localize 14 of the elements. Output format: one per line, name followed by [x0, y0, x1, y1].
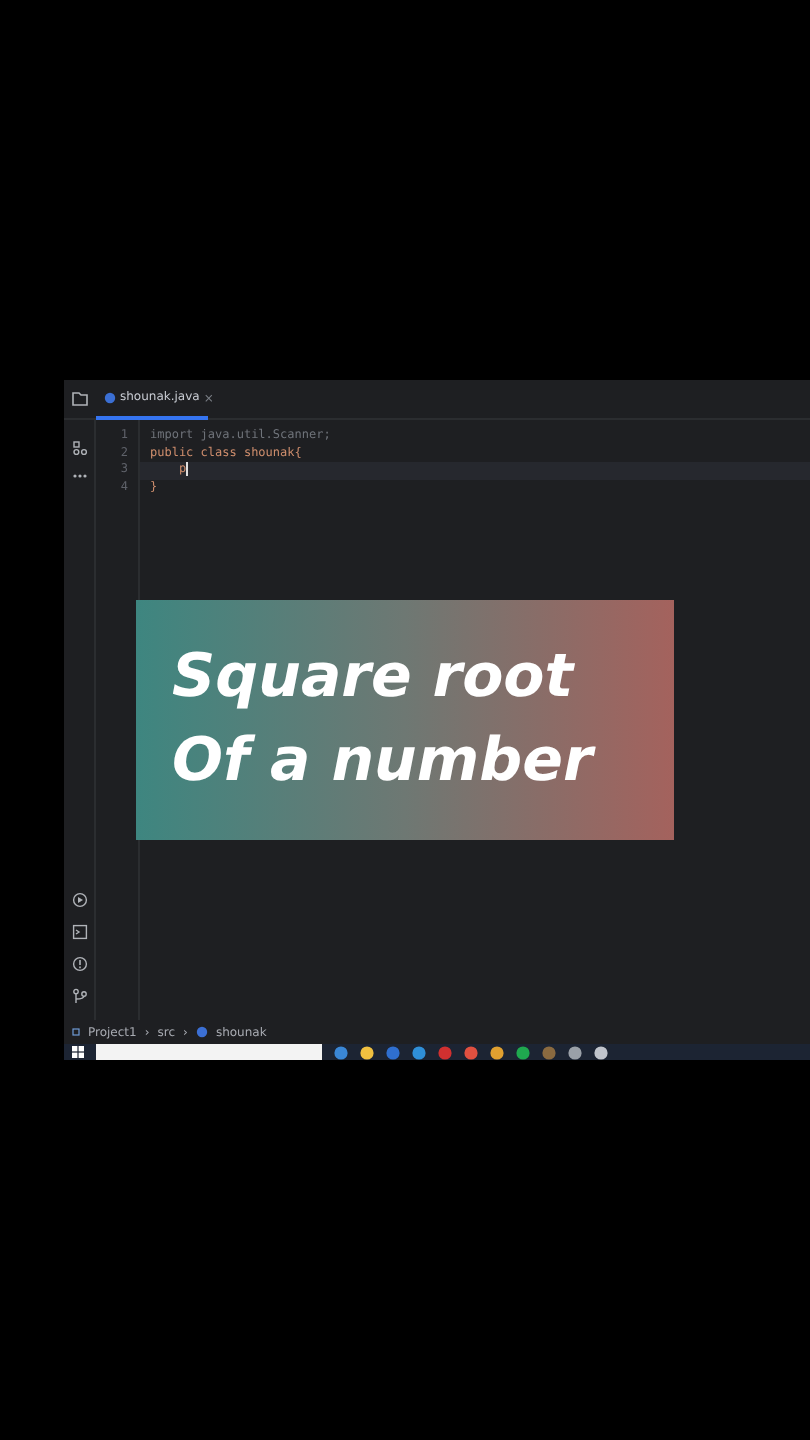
structure-icon[interactable] [71, 440, 87, 456]
search-field[interactable] [96, 1044, 322, 1060]
folder-icon[interactable] [72, 392, 88, 406]
text-cursor [186, 462, 189, 476]
class-icon [104, 391, 116, 403]
problems-icon[interactable] [71, 956, 87, 972]
run-icon[interactable] [71, 892, 87, 908]
title-text: Square root [172, 640, 577, 716]
windows-icon[interactable] [72, 1046, 84, 1058]
class-icon [195, 1026, 208, 1038]
git-icon[interactable] [71, 988, 87, 1004]
module-icon [72, 1028, 80, 1036]
title-text: Of a number [172, 724, 598, 800]
terminal-icon[interactable] [71, 924, 87, 940]
